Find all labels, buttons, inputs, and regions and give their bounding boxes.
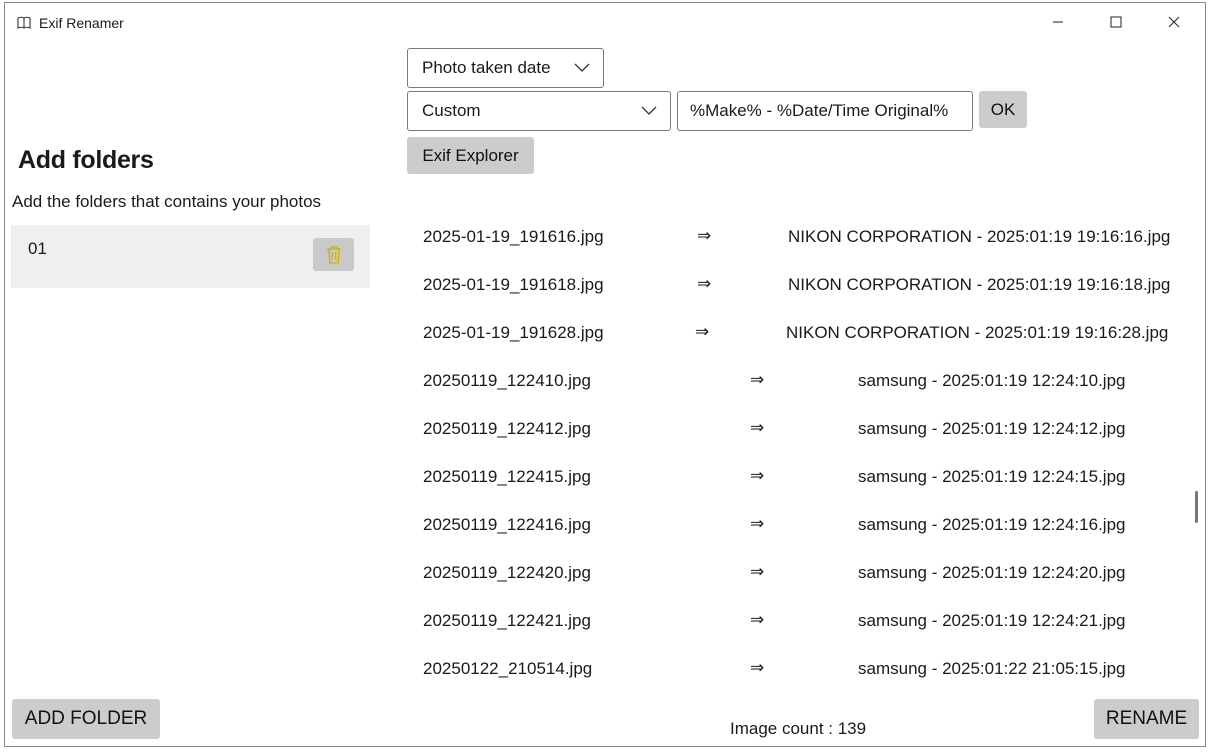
arrow-icon: ⇒	[697, 274, 712, 293]
add-folders-subtitle: Add the folders that contains your photo…	[12, 192, 322, 211]
list-item: 2025-01-19_191616.jpg ⇒ NIKON CORPORATIO…	[407, 213, 1197, 261]
list-item: 2025-01-19_191618.jpg ⇒ NIKON CORPORATIO…	[407, 261, 1197, 309]
delete-folder-button[interactable]	[313, 238, 354, 271]
format-dropdown[interactable]: Custom	[407, 91, 671, 131]
format-value: Custom	[422, 101, 481, 120]
pattern-input[interactable]: %Make% - %Date/Time Original%	[677, 91, 973, 131]
add-folder-button[interactable]: ADD FOLDER	[12, 699, 160, 739]
title-bar[interactable]: Exif Renamer	[5, 3, 1205, 41]
arrow-icon: ⇒	[697, 226, 712, 245]
target-filename: samsung - 2025:01:19 12:24:12.jpg	[858, 419, 1126, 438]
list-item: 20250122_210514.jpg ⇒ samsung - 2025:01:…	[407, 645, 1197, 693]
target-filename: samsung - 2025:01:22 21:05:15.jpg	[858, 659, 1126, 678]
trash-icon	[326, 245, 341, 264]
maximize-button[interactable]	[1087, 3, 1145, 41]
arrow-icon: ⇒	[750, 610, 765, 629]
arrow-icon: ⇒	[695, 322, 710, 341]
list-scrollbar[interactable]	[1195, 491, 1198, 523]
source-filename: 2025-01-19_191616.jpg	[423, 227, 604, 246]
app-window: Exif Renamer Add folders Add the folders…	[4, 2, 1206, 747]
window-title: Exif Renamer	[39, 15, 124, 31]
folder-name: 01	[28, 239, 47, 258]
arrow-icon: ⇒	[750, 514, 765, 533]
minimize-button[interactable]	[1029, 3, 1087, 41]
arrow-icon: ⇒	[750, 562, 765, 581]
minimize-icon	[1053, 21, 1063, 23]
source-filename: 20250119_122415.jpg	[423, 467, 591, 486]
date-source-dropdown[interactable]: Photo taken date	[407, 48, 604, 88]
arrow-icon: ⇒	[750, 466, 765, 485]
source-filename: 20250119_122416.jpg	[423, 515, 591, 534]
target-filename: samsung - 2025:01:19 12:24:15.jpg	[858, 467, 1126, 486]
list-item: 20250119_122416.jpg ⇒ samsung - 2025:01:…	[407, 501, 1197, 549]
target-filename: samsung - 2025:01:19 12:24:21.jpg	[858, 611, 1126, 630]
list-item: 20250119_122415.jpg ⇒ samsung - 2025:01:…	[407, 453, 1197, 501]
exif-explorer-button[interactable]: Exif Explorer	[407, 137, 534, 174]
ok-button[interactable]: OK	[979, 91, 1027, 128]
list-item: 20250119_122421.jpg ⇒ samsung - 2025:01:…	[407, 597, 1197, 645]
close-icon	[1168, 16, 1180, 28]
rename-preview-list[interactable]: 2025-01-19_191616.jpg ⇒ NIKON CORPORATIO…	[407, 213, 1197, 693]
list-item: 2025-01-19_191628.jpg ⇒ NIKON CORPORATIO…	[407, 309, 1197, 357]
arrow-icon: ⇒	[750, 370, 765, 389]
target-filename: samsung - 2025:01:19 12:24:20.jpg	[858, 563, 1126, 582]
maximize-icon	[1110, 16, 1122, 28]
chevron-down-icon	[641, 106, 657, 115]
close-button[interactable]	[1145, 3, 1203, 41]
list-item: 20250119_122410.jpg ⇒ samsung - 2025:01:…	[407, 357, 1197, 405]
target-filename: NIKON CORPORATION - 2025:01:19 19:16:16.…	[788, 227, 1171, 246]
source-filename: 2025-01-19_191628.jpg	[423, 323, 604, 342]
source-filename: 20250122_210514.jpg	[423, 659, 593, 678]
folder-list-item[interactable]: 01	[11, 225, 370, 288]
source-filename: 20250119_122420.jpg	[423, 563, 591, 582]
target-filename: NIKON CORPORATION - 2025:01:19 19:16:28.…	[786, 323, 1169, 342]
source-filename: 2025-01-19_191618.jpg	[423, 275, 604, 294]
target-filename: samsung - 2025:01:19 12:24:10.jpg	[858, 371, 1126, 390]
target-filename: samsung - 2025:01:19 12:24:16.jpg	[858, 515, 1126, 534]
chevron-down-icon	[574, 63, 590, 72]
book-icon	[16, 15, 32, 31]
add-folders-heading: Add folders	[18, 146, 154, 174]
image-count: Image count : 139	[730, 719, 867, 738]
source-filename: 20250119_122421.jpg	[423, 611, 591, 630]
source-filename: 20250119_122412.jpg	[423, 419, 591, 438]
list-item: 20250119_122420.jpg ⇒ samsung - 2025:01:…	[407, 549, 1197, 597]
rename-button[interactable]: RENAME	[1094, 699, 1199, 739]
arrow-icon: ⇒	[750, 658, 765, 677]
date-source-value: Photo taken date	[422, 58, 551, 77]
list-item: 20250119_122412.jpg ⇒ samsung - 2025:01:…	[407, 405, 1197, 453]
arrow-icon: ⇒	[750, 418, 765, 437]
source-filename: 20250119_122410.jpg	[423, 371, 591, 390]
target-filename: NIKON CORPORATION - 2025:01:19 19:16:18.…	[788, 275, 1171, 294]
